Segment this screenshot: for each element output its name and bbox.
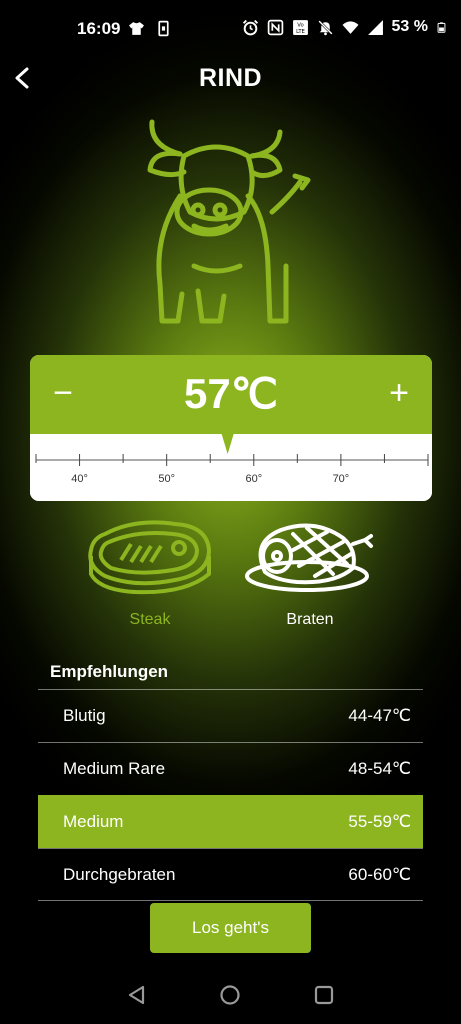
temperature-slider[interactable]: 40° 50° 60° 70° xyxy=(30,434,432,501)
temperature-value: 57℃ xyxy=(184,370,278,417)
steak-icon xyxy=(88,520,211,595)
rec-range: 44-47℃ xyxy=(348,706,411,725)
rec-name: Medium xyxy=(63,812,124,831)
signal-icon xyxy=(367,19,383,35)
rec-range: 55-59℃ xyxy=(348,812,411,831)
temperature-pointer[interactable] xyxy=(221,434,234,454)
rec-name: Durchgebraten xyxy=(63,864,176,884)
mute-icon xyxy=(317,19,333,35)
steak-label: Steak xyxy=(129,611,171,628)
rec-row-medium-rare[interactable]: Medium Rare 48-54℃ xyxy=(38,742,423,795)
wifi-icon xyxy=(342,20,358,34)
rec-row-durchgebraten[interactable]: Durchgebraten 60-60℃ xyxy=(38,848,423,901)
svg-text:Vo: Vo xyxy=(297,22,303,28)
alarm-icon xyxy=(242,19,258,35)
rec-name: Blutig xyxy=(63,706,106,725)
scale-label: 50° xyxy=(158,473,175,485)
volte-icon: VoLTE xyxy=(292,19,308,35)
status-bar: 16:09 Vo LTE 53 % xyxy=(0,0,461,58)
status-icons-right: Vo LTE 53 % xyxy=(242,18,447,36)
temperature-header: − 57℃ + xyxy=(30,355,432,434)
cow-icon xyxy=(147,119,311,324)
rec-row-blutig[interactable]: Blutig 44-47℃ xyxy=(38,689,423,742)
temperature-scale[interactable]: 40° 50° 60° 70° xyxy=(30,434,432,501)
battery-icon xyxy=(437,21,446,33)
svg-text:LTE: LTE xyxy=(296,28,305,34)
recents-square-icon[interactable] xyxy=(313,984,335,1006)
temperature-card: − 57℃ + 40° 50° 60° 70° xyxy=(30,355,432,501)
home-circle-icon[interactable] xyxy=(219,984,241,1006)
choice-braten[interactable]: Braten xyxy=(235,510,385,629)
screen: 16:09 Vo LTE 53 % RIND − 57℃ + 40° 50° 6… xyxy=(0,0,461,1024)
increase-temp-button[interactable]: + xyxy=(379,373,419,413)
recommendations-title: Empfehlungen xyxy=(50,662,169,681)
nfc-icon xyxy=(267,19,283,35)
roast-icon xyxy=(245,523,373,592)
scale-label: 60° xyxy=(245,473,262,485)
recommendations-list: Blutig 44-47℃ Medium Rare 48-54℃ Medium … xyxy=(38,689,423,901)
rec-range: 60-60℃ xyxy=(348,864,411,884)
start-button[interactable]: Los geht's xyxy=(150,903,311,953)
rec-range: 48-54℃ xyxy=(348,759,411,778)
back-triangle-icon[interactable] xyxy=(126,984,148,1006)
page-title: RIND xyxy=(198,64,263,92)
phone-card-icon xyxy=(158,20,169,37)
scale-label: 70° xyxy=(333,473,350,485)
rec-row-medium[interactable]: Medium 55-59℃ xyxy=(38,795,423,848)
choice-steak[interactable]: Steak xyxy=(75,510,225,629)
tshirt-icon xyxy=(129,22,144,35)
braten-label: Braten xyxy=(286,611,334,628)
status-icons-left xyxy=(128,20,172,37)
rec-name: Medium Rare xyxy=(63,759,166,778)
scale-label: 40° xyxy=(71,473,88,485)
nav-bar xyxy=(0,970,461,1024)
battery-percent: 53 % xyxy=(391,18,428,35)
status-time: 16:09 xyxy=(77,19,121,38)
